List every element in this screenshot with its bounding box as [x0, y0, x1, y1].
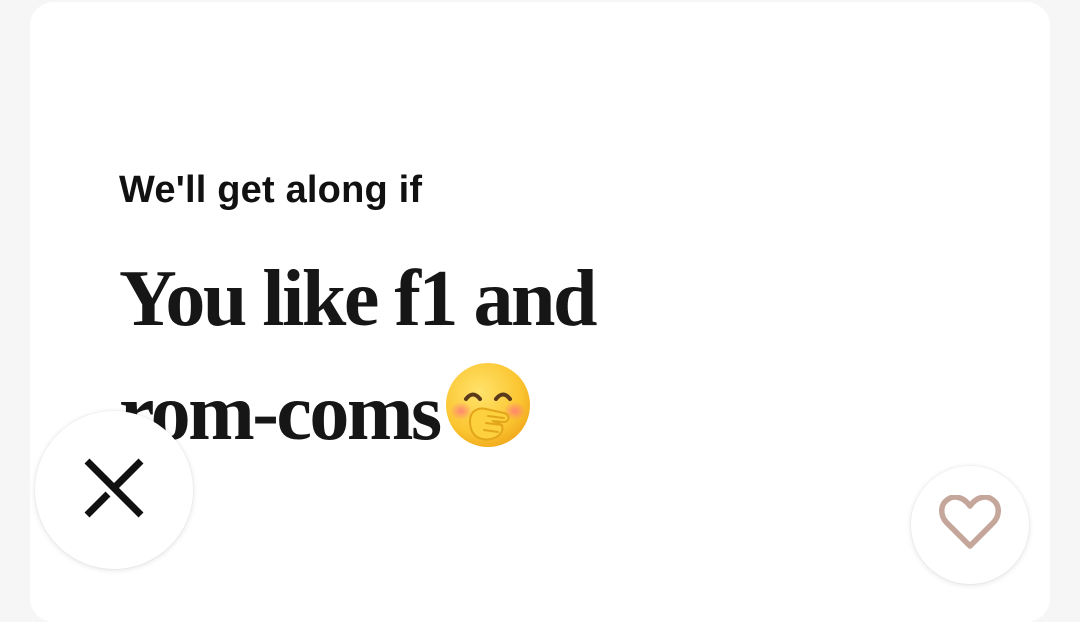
- prompt-question: We'll get along if: [119, 169, 423, 211]
- prompt-answer-line-1: You like f1 and: [119, 255, 597, 343]
- prompt-card: We'll get along if You like f1 and rom-c…: [30, 2, 1050, 622]
- prompt-answer: You like f1 and rom-coms: [119, 242, 739, 480]
- close-icon: [84, 458, 144, 523]
- like-button[interactable]: [911, 466, 1029, 584]
- face-with-hand-over-mouth-icon: [444, 361, 532, 480]
- skip-button[interactable]: [35, 411, 193, 569]
- heart-icon: [939, 493, 1001, 556]
